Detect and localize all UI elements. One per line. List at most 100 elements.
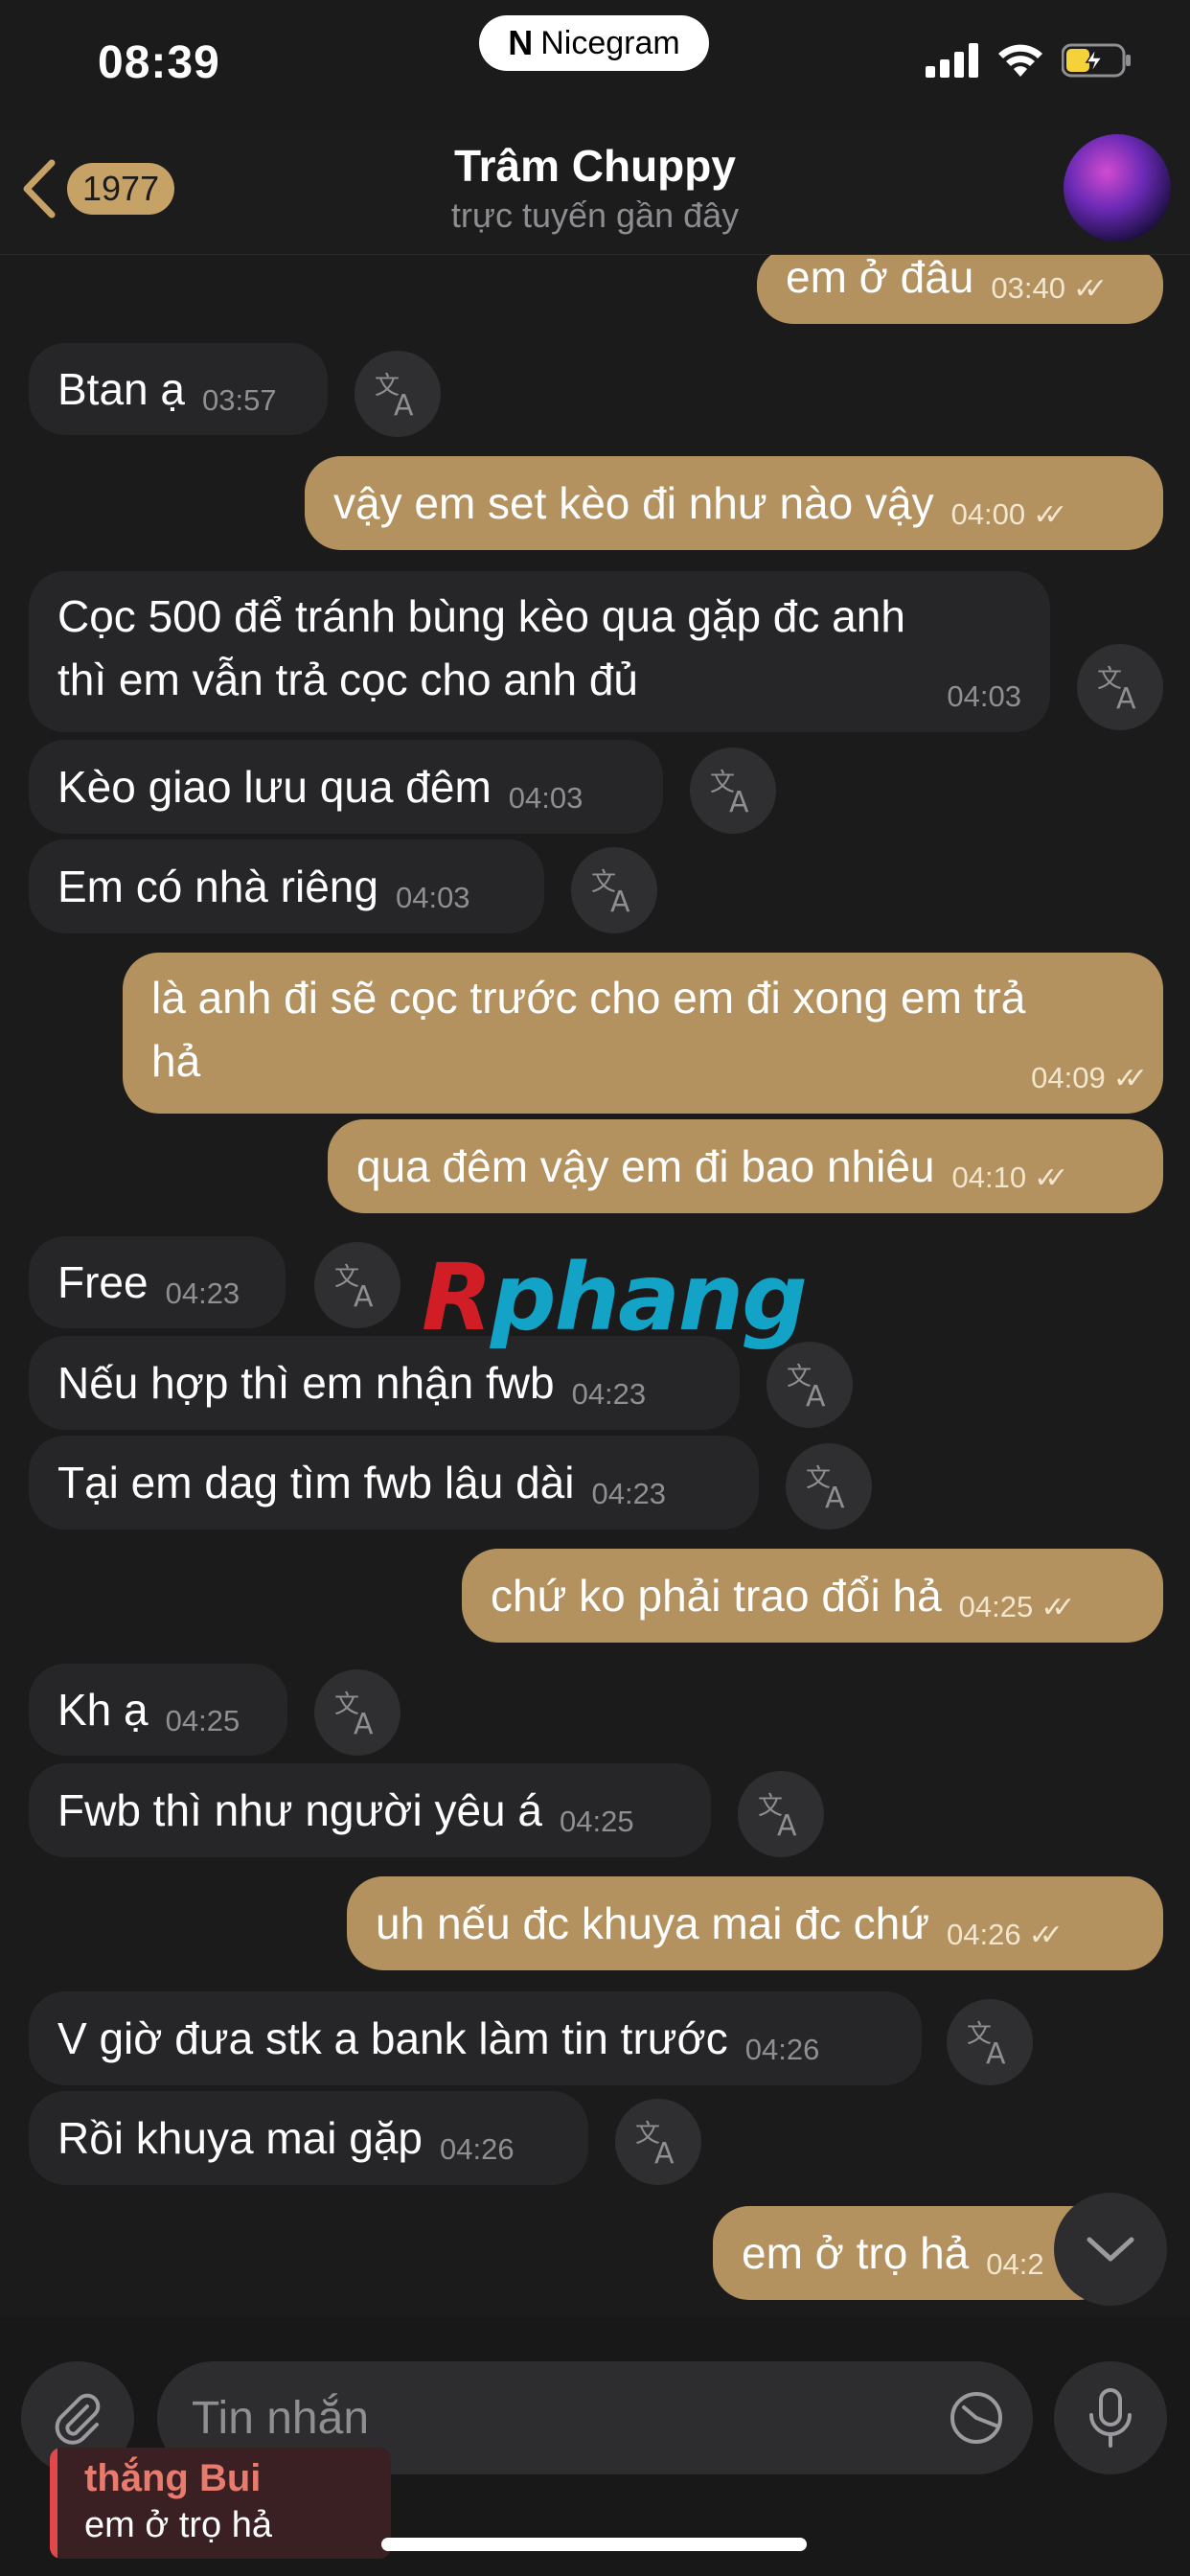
translate-icon: 文A [591, 868, 630, 915]
translate-icon: 文A [710, 769, 749, 816]
message-time: 04:2 [986, 2247, 1044, 2281]
read-ticks-icon: ✓✓ [1033, 499, 1067, 531]
translate-button[interactable]: 文A [1077, 644, 1163, 730]
message-text: Tại em dag tìm fwb lâu dài [57, 1458, 575, 1507]
message-bubble-incoming[interactable]: Btan ạ 03:57 [29, 343, 328, 435]
svg-text:A: A [610, 886, 630, 915]
message-time: 03:40 ✓✓ [991, 271, 1108, 305]
read-ticks-icon: ✓✓ [1041, 1592, 1075, 1623]
translate-button[interactable]: 文A [947, 1999, 1033, 2085]
nicegram-logo-icon: N [508, 23, 534, 62]
status-icons [926, 42, 1133, 79]
message-bubble-outgoing[interactable]: là anh đi sẽ cọc trước cho em đi xong em… [123, 953, 1163, 1114]
message-bubble-incoming[interactable]: Rồi khuya mai gặp 04:26 [29, 2091, 588, 2185]
message-text: em ở đâu [786, 252, 974, 302]
microphone-icon [1089, 2388, 1132, 2448]
watermark-logo: Rphang [422, 1244, 808, 1351]
paperclip-icon [55, 2393, 101, 2445]
message-time: 04:10 ✓✓ [951, 1161, 1069, 1194]
message-text: Rồi khuya mai gặp [57, 2113, 423, 2163]
translate-button[interactable]: 文A [571, 847, 657, 933]
message-text: V giờ đưa stk a bank làm tin trước [57, 2013, 728, 2063]
chevron-down-icon [1087, 2237, 1134, 2262]
translate-icon: 文A [334, 1690, 374, 1737]
translate-button[interactable]: 文A [786, 1443, 872, 1530]
wifi-icon [998, 44, 1042, 77]
translate-button[interactable]: 文A [690, 748, 776, 834]
translate-icon: 文A [375, 372, 414, 419]
message-time: 04:03 [395, 881, 470, 914]
translate-icon: 文A [806, 1464, 845, 1511]
translate-button[interactable]: 文A [314, 1669, 400, 1756]
message-bubble-incoming[interactable]: Em có nhà riêng 04:03 [29, 840, 544, 933]
translate-icon: 文A [967, 2020, 1006, 2067]
message-bubble-incoming[interactable]: Fwb thì như người yêu á 04:25 [29, 1763, 711, 1857]
message-text: em ở trọ hả [742, 2228, 970, 2278]
message-time: 04:03 [508, 781, 584, 815]
message-text: là anh đi sẽ cọc trước cho em đi xong em… [151, 973, 1026, 1023]
reply-accent-bar [50, 2448, 57, 2559]
message-text: Free [57, 1257, 149, 1307]
message-bubble-outgoing[interactable]: uh nếu đc khuya mai đc chứ 04:26 ✓✓ [347, 1876, 1163, 1970]
translate-button[interactable]: 文A [615, 2099, 701, 2185]
message-bubble-incoming[interactable]: Cọc 500 để tránh bùng kèo qua gặp đc anh… [29, 571, 1050, 732]
message-time: 04:09 ✓✓ [1031, 1061, 1148, 1094]
status-bar: 08:39 N Nicegram [0, 0, 1190, 125]
translate-button[interactable]: 文A [767, 1342, 853, 1428]
message-time: 04:26 ✓✓ [947, 1918, 1064, 1951]
message-bubble-outgoing[interactable]: em ở đâu 03:40 ✓✓ [757, 247, 1163, 324]
message-text: Em có nhà riêng [57, 862, 378, 911]
app-pill[interactable]: N Nicegram [479, 15, 709, 71]
avatar[interactable] [1064, 134, 1171, 242]
message-input-placeholder: Tin nhắn [192, 2393, 370, 2444]
translate-button[interactable]: 文A [738, 1771, 824, 1857]
message-bubble-incoming[interactable]: V giờ đưa stk a bank làm tin trước 04:26 [29, 1991, 922, 2085]
chat-title[interactable]: Trâm Chuppy [0, 140, 1190, 192]
message-bubble-outgoing[interactable]: vậy em set kèo đi như nào vậy 04:00 ✓✓ [305, 456, 1163, 550]
message-text: Cọc 500 để tránh bùng kèo qua gặp đc anh [57, 591, 905, 641]
message-text: Kh ạ [57, 1685, 149, 1735]
svg-text:A: A [354, 1280, 374, 1310]
svg-text:A: A [986, 2037, 1006, 2067]
reply-preview[interactable]: thắng Bui em ở trọ hả [50, 2448, 391, 2559]
message-bubble-incoming[interactable]: Tại em dag tìm fwb lâu dài 04:23 [29, 1436, 759, 1530]
message-time: 04:26 [439, 2132, 515, 2166]
chat-header: 1977 Trâm Chuppy trực tuyến gần đây [0, 125, 1190, 255]
status-time: 08:39 [98, 37, 220, 88]
message-bubble-outgoing[interactable]: qua đêm vậy em đi bao nhiêu 04:10 ✓✓ [328, 1119, 1163, 1213]
translate-icon: 文A [1097, 665, 1136, 712]
chat-status: trực tuyến gần đây [450, 196, 740, 235]
message-text-line2: hả [151, 1036, 201, 1086]
message-time: 04:25 ✓✓ [958, 1590, 1076, 1623]
message-bubble-outgoing[interactable]: chứ ko phải trao đổi hả 04:25 ✓✓ [462, 1549, 1163, 1643]
translate-button[interactable]: 文A [355, 351, 441, 437]
read-ticks-icon: ✓✓ [1072, 273, 1108, 305]
translate-button[interactable]: 文A [314, 1242, 400, 1328]
message-text: Kèo giao lưu qua đêm [57, 762, 492, 812]
sticker-icon[interactable] [947, 2388, 1006, 2448]
message-time: 03:57 [202, 383, 277, 417]
svg-text:A: A [825, 1482, 845, 1511]
svg-text:A: A [806, 1380, 826, 1410]
home-indicator[interactable] [381, 2538, 807, 2551]
svg-text:A: A [354, 1708, 374, 1737]
message-text: chứ ko phải trao đổi hả [491, 1571, 942, 1621]
svg-text:A: A [777, 1809, 797, 1839]
message-bubble-incoming[interactable]: Kèo giao lưu qua đêm 04:03 [29, 740, 663, 834]
message-bubble-incoming[interactable]: Free 04:23 [29, 1236, 286, 1328]
message-list[interactable]: em ở đâu 03:40 ✓✓ Btan ạ 03:57 文A vậy em se… [0, 0, 1190, 2576]
message-text: Btan ạ [57, 364, 185, 414]
message-time: 04:25 [560, 1805, 634, 1838]
message-text-line2: thì em vẫn trả cọc cho anh đủ [57, 655, 639, 704]
message-time: 04:23 [165, 1276, 240, 1310]
message-text: Nếu hợp thì em nhận fwb [57, 1358, 555, 1408]
reply-message-text: em ở trọ hả [84, 2505, 272, 2545]
app-pill-label: Nicegram [540, 24, 680, 61]
translate-icon: 文A [635, 2120, 675, 2167]
message-bubble-incoming[interactable]: Kh ạ 04:25 [29, 1664, 287, 1756]
scroll-to-bottom-button[interactable] [1054, 2193, 1167, 2306]
microphone-button[interactable] [1054, 2361, 1167, 2474]
message-time: 04:00 ✓✓ [950, 497, 1068, 531]
message-time: 04:25 [165, 1704, 240, 1737]
message-text: Fwb thì như người yêu á [57, 1785, 542, 1835]
